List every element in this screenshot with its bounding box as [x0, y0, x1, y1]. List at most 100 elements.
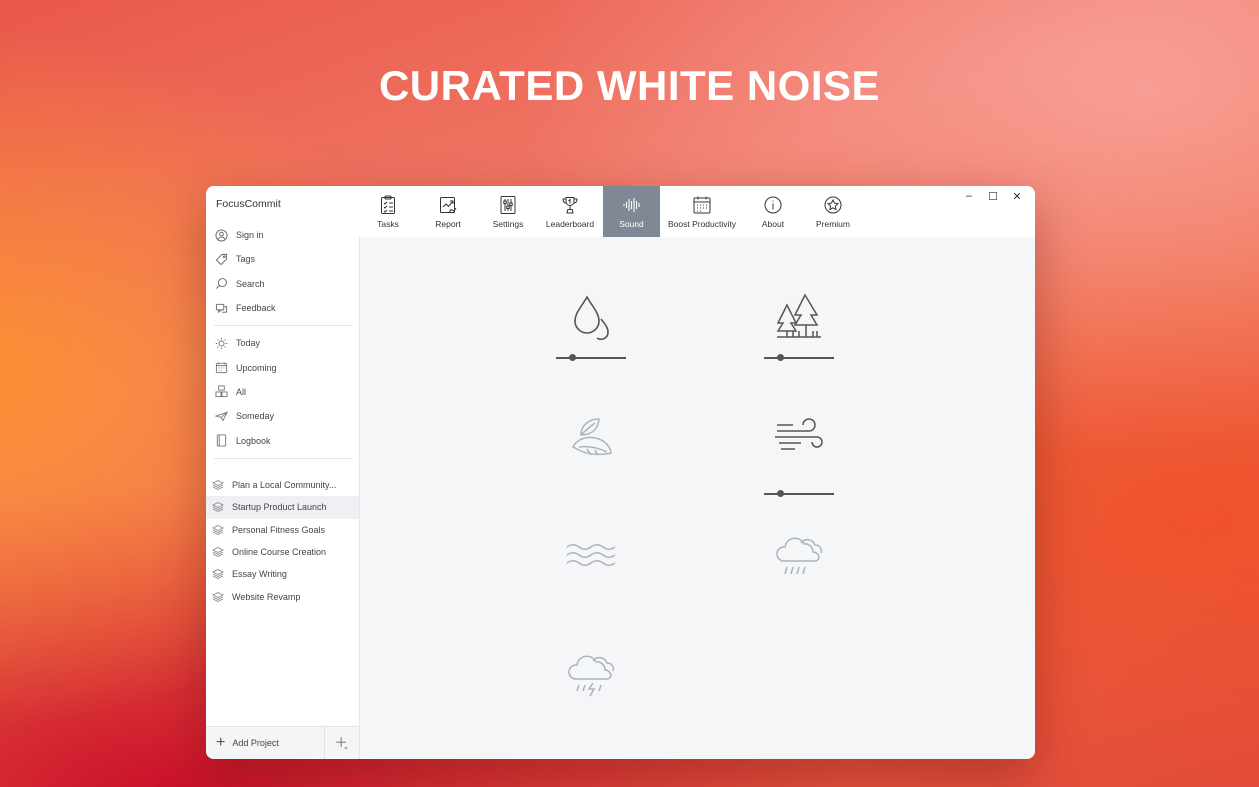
tab-label: About [761, 219, 785, 229]
sidebar-item-today[interactable]: Today [206, 331, 359, 355]
window-controls: – ☐ ✕ [957, 190, 1029, 203]
project-item[interactable]: Website Revamp [206, 585, 359, 607]
tab-label: Sound [619, 219, 644, 229]
sidebar-item-sign-in[interactable]: Sign in [206, 223, 359, 247]
sound-leaves[interactable] [551, 409, 631, 465]
sound-waves[interactable] [551, 527, 631, 583]
volume-slider[interactable] [764, 353, 834, 363]
trophy-icon [562, 197, 578, 214]
plus-dropdown-icon [336, 737, 348, 750]
sound-thunderstorm[interactable] [551, 647, 631, 703]
layers-icon [212, 479, 224, 491]
sidebar-divider [214, 457, 353, 459]
slider-track [764, 493, 834, 495]
tab-tasks[interactable]: Tasks [359, 186, 417, 237]
project-item-label: Plan a Local Community... [232, 480, 337, 491]
tab-label: Report [435, 219, 461, 229]
volume-slider[interactable] [556, 353, 626, 363]
tab-label: Tasks [377, 219, 399, 229]
project-item[interactable]: Online Course Creation [206, 541, 359, 563]
thunderstorm-icon [568, 655, 615, 697]
sidebar-item-label: Sign in [236, 230, 264, 241]
tab-leaderboard[interactable]: Leaderboard [537, 186, 603, 237]
project-item-label: Personal Fitness Goals [232, 524, 326, 535]
layers-icon [212, 501, 224, 513]
slider-track [556, 357, 626, 359]
calendar-icon [214, 361, 228, 375]
tab-settings[interactable]: Settings [479, 186, 537, 237]
slider-track [764, 357, 834, 359]
add-project-button[interactable]: + Add Project [206, 727, 324, 759]
volume-slider[interactable] [764, 489, 834, 499]
slider-knob[interactable] [569, 354, 577, 361]
tab-sound[interactable]: Sound [603, 186, 660, 237]
sidebar-item-label: Today [236, 338, 261, 349]
tab-report[interactable]: Report [417, 186, 479, 237]
project-item-label: Startup Product Launch [232, 502, 327, 513]
layers-icon [212, 591, 224, 603]
sidebar-item-tags[interactable]: Tags [206, 247, 359, 271]
sound-forest[interactable] [759, 291, 839, 363]
sidebar-nav: Sign in Tags Search Feedback Today Upcom… [206, 223, 359, 464]
sidebar-divider [214, 325, 353, 327]
app-window: FocusCommit Sign in Tags Search Feedback… [206, 186, 1035, 759]
boxes-icon [214, 385, 228, 399]
sidebar-item-feedback[interactable]: Feedback [206, 296, 359, 320]
sidebar-item-upcoming[interactable]: Upcoming [206, 355, 359, 379]
project-item-label: Website Revamp [232, 591, 301, 602]
water-drops-icon [574, 295, 609, 341]
slider-knob[interactable] [777, 490, 785, 497]
project-list: Plan a Local Community... Startup Produc… [206, 474, 359, 608]
rain-cloud-icon [776, 537, 823, 575]
sidebar-item-label: Tags [236, 254, 256, 265]
sidebar-item-someday[interactable]: Someday [206, 404, 359, 428]
tab-about[interactable]: About [744, 186, 802, 237]
star-badge-icon [824, 196, 842, 214]
sidebar-item-all[interactable]: All [206, 380, 359, 404]
paper-plane-icon [214, 409, 228, 423]
layers-icon [212, 524, 224, 536]
feedback-icon [214, 301, 228, 315]
sidebar-item-label: All [236, 386, 247, 397]
close-button[interactable]: ✕ [1005, 190, 1029, 203]
project-item-label: Online Course Creation [232, 547, 327, 558]
project-item[interactable]: Plan a Local Community... [206, 474, 359, 496]
maximize-button[interactable]: ☐ [981, 190, 1005, 203]
project-item-active[interactable]: Startup Product Launch [206, 496, 359, 519]
user-circle-icon [214, 228, 228, 242]
clipboard-checklist-icon [381, 195, 395, 214]
project-item[interactable]: Personal Fitness Goals [206, 519, 359, 541]
project-item-label: Essay Writing [232, 569, 287, 580]
sound-wind[interactable] [759, 409, 839, 499]
sidebar: FocusCommit Sign in Tags Search Feedback… [206, 186, 360, 759]
project-item[interactable]: Essay Writing [206, 563, 359, 585]
tag-icon [214, 252, 228, 266]
app-name: FocusCommit [216, 198, 281, 210]
sidebar-bottom-bar: + Add Project [206, 726, 359, 759]
add-project-label: Add Project [232, 738, 279, 748]
sidebar-item-label: Logbook [236, 435, 271, 446]
sidebar-item-logbook[interactable]: Logbook [206, 428, 359, 452]
sliders-icon [500, 196, 516, 214]
search-icon [214, 277, 228, 291]
tab-label: Settings [492, 219, 524, 229]
sidebar-item-search[interactable]: Search [206, 272, 359, 296]
tab-boost-productivity[interactable]: Boost Productivity [660, 186, 744, 237]
leaves-icon [571, 418, 612, 456]
hero-title: CURATED WHITE NOISE [378, 62, 881, 109]
minimize-button[interactable]: – [957, 190, 981, 203]
info-icon [764, 196, 782, 214]
tab-label: Boost Productivity [667, 219, 737, 229]
slider-knob[interactable] [777, 354, 785, 361]
sidebar-item-label: Search [236, 278, 265, 289]
sound-rain-drops[interactable] [551, 291, 631, 363]
tab-premium[interactable]: Premium [802, 186, 864, 237]
sound-rain[interactable] [759, 527, 839, 583]
wind-icon [775, 418, 823, 450]
forest-icon [776, 293, 821, 338]
add-options-button[interactable] [324, 727, 359, 759]
layers-icon [212, 568, 224, 580]
sidebar-item-label: Someday [236, 411, 275, 422]
book-icon [214, 434, 228, 448]
waves-icon [566, 544, 616, 566]
